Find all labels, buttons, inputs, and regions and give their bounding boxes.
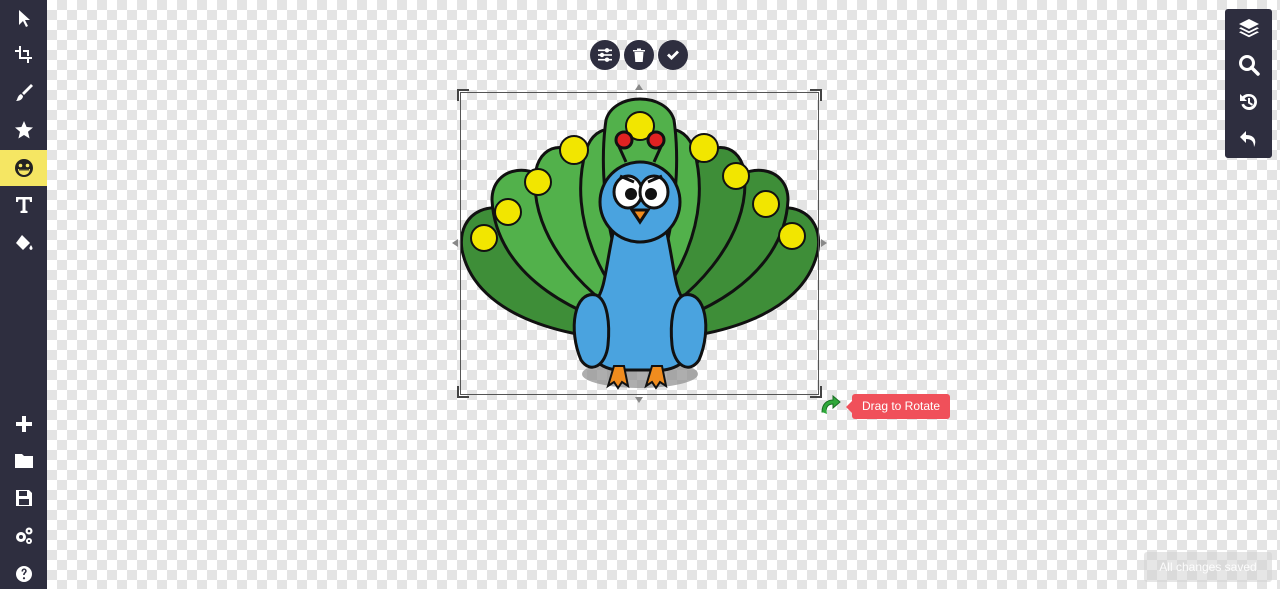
new-button[interactable]: [0, 406, 47, 442]
help-icon: [15, 566, 32, 582]
smiley-icon: [14, 159, 33, 177]
object-toolbar: [590, 40, 688, 70]
rotate-icon[interactable]: [818, 394, 842, 418]
history-button[interactable]: [1225, 84, 1272, 120]
paint-bucket-icon: [15, 235, 33, 250]
layers-button[interactable]: [1225, 10, 1272, 46]
plus-icon: [15, 416, 32, 432]
crop-icon: [14, 46, 32, 63]
crop-tool[interactable]: [0, 37, 47, 73]
pointer-icon: [18, 10, 30, 27]
fill-tool[interactable]: [0, 225, 47, 261]
text-icon: [15, 197, 32, 213]
sliders-icon: [598, 48, 612, 62]
delete-button[interactable]: [624, 40, 654, 70]
settings-button[interactable]: [0, 518, 47, 554]
pointer-tool[interactable]: [0, 0, 47, 36]
folder-icon: [14, 454, 33, 468]
undo-icon: [1239, 131, 1255, 147]
resize-handle-bottom-left[interactable]: [457, 386, 469, 398]
search-icon: [1238, 55, 1260, 76]
resize-handle-right[interactable]: [821, 239, 827, 247]
history-icon: [1239, 93, 1257, 110]
left-toolbar: [0, 0, 47, 589]
floppy-icon: [15, 490, 32, 506]
text-tool[interactable]: [0, 187, 47, 223]
stickers-tool[interactable]: [0, 150, 47, 186]
help-button[interactable]: [0, 556, 47, 589]
draw-tool[interactable]: [0, 75, 47, 111]
resize-handle-top[interactable]: [635, 84, 643, 90]
star-icon: [14, 121, 33, 139]
adjust-button[interactable]: [590, 40, 620, 70]
check-icon: [667, 50, 679, 60]
layers-icon: [1238, 19, 1259, 38]
confirm-button[interactable]: [658, 40, 688, 70]
gears-icon: [15, 527, 32, 544]
trash-icon: [633, 48, 645, 62]
right-toolbar: [1225, 9, 1272, 158]
resize-handle-top-right[interactable]: [810, 89, 822, 101]
rotate-tooltip: Drag to Rotate: [845, 394, 951, 419]
shapes-tool[interactable]: [0, 112, 47, 148]
save-status: All changes saved: [1144, 552, 1272, 582]
undo-button[interactable]: [1225, 121, 1272, 157]
selection-box: [452, 84, 827, 403]
resize-handle-top-left[interactable]: [457, 89, 469, 101]
open-button[interactable]: [0, 443, 47, 479]
resize-handle-left[interactable]: [452, 239, 458, 247]
save-button[interactable]: [0, 480, 47, 516]
zoom-button[interactable]: [1225, 47, 1272, 83]
resize-handle-bottom[interactable]: [635, 397, 643, 403]
brush-icon: [15, 84, 33, 101]
